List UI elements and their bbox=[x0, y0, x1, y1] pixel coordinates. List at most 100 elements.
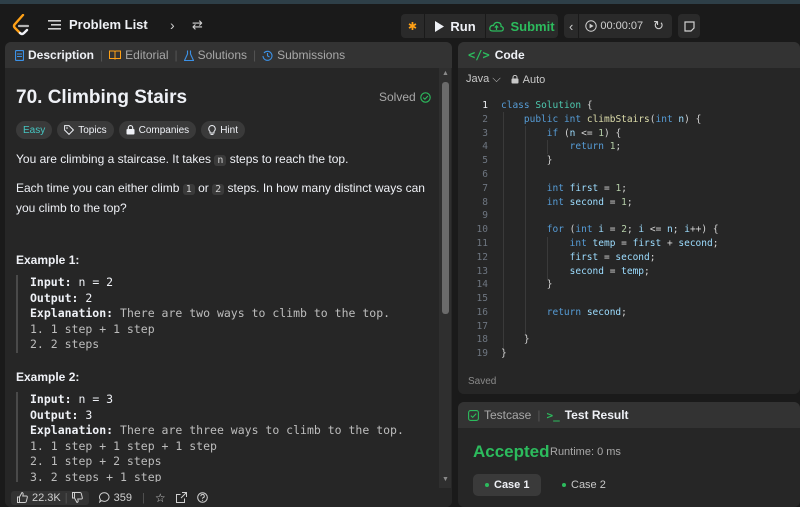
tag-icon bbox=[64, 125, 75, 135]
problem-list-button[interactable]: Problem List bbox=[48, 17, 148, 32]
code-panel: </> Code Java ⌵ Auto 1 2 3 4 5 6 7 8 9 1… bbox=[458, 42, 800, 394]
input-label: Input: bbox=[30, 392, 72, 406]
desc2-text-mid: or bbox=[194, 181, 213, 195]
solved-badge: Solved bbox=[379, 90, 431, 104]
description-paragraph-2: Each time you can either climb 1 or 2 st… bbox=[16, 179, 431, 217]
code-line: int temp = first + second; bbox=[569, 238, 719, 249]
line-number: 9 bbox=[482, 210, 488, 221]
footer-divider: | bbox=[141, 491, 145, 504]
timer-collapse-icon[interactable]: ‹ bbox=[564, 14, 580, 38]
solved-label: Solved bbox=[379, 90, 416, 104]
thumbs-up-icon bbox=[17, 492, 28, 503]
case-1-label: Case 1 bbox=[494, 479, 530, 491]
tab-divider: | bbox=[174, 48, 178, 62]
tab-editorial[interactable]: Editorial bbox=[109, 48, 169, 62]
tab-divider: | bbox=[100, 48, 104, 62]
description-icon bbox=[15, 49, 24, 61]
play-circle-icon[interactable] bbox=[585, 20, 598, 32]
input-label: Input: bbox=[30, 275, 72, 289]
submit-button[interactable]: Submit bbox=[486, 14, 558, 38]
history-icon bbox=[262, 50, 273, 61]
leetcode-logo-icon[interactable] bbox=[12, 14, 30, 36]
line-number: 16 bbox=[476, 307, 488, 318]
code-icon: </> bbox=[468, 48, 490, 62]
inline-code: 1 bbox=[182, 184, 195, 195]
code-panel-header: </> Code bbox=[458, 42, 800, 68]
example-1-heading: Example 1: bbox=[16, 253, 80, 267]
code-editor[interactable]: 1 2 3 4 5 6 7 8 9 10 11 12 13 14 15 16 1… bbox=[458, 98, 800, 368]
topics-tag[interactable]: Topics bbox=[57, 121, 114, 139]
companies-tag[interactable]: Companies bbox=[118, 121, 197, 139]
tab-submissions[interactable]: Submissions bbox=[262, 48, 345, 62]
case-2-tab[interactable]: Case 2 bbox=[550, 474, 618, 496]
thumbs-down-icon[interactable] bbox=[71, 492, 83, 503]
code-line: public int climbStairs(int n) { bbox=[523, 114, 702, 125]
language-select[interactable]: Java ⌵ bbox=[466, 73, 501, 86]
line-number: 15 bbox=[476, 293, 488, 304]
comment-icon[interactable] bbox=[98, 492, 110, 503]
inline-code: n bbox=[214, 155, 227, 166]
run-button[interactable]: Run bbox=[425, 14, 485, 38]
line-number: 14 bbox=[476, 279, 488, 290]
description-paragraph-1: You are climbing a staircase. It takes n… bbox=[16, 150, 431, 170]
code-line: second = temp; bbox=[569, 266, 650, 277]
line-number: 10 bbox=[476, 224, 488, 235]
timer[interactable]: ‹ 00:00:07 ↻ bbox=[564, 14, 672, 38]
chevron-left-icon[interactable]: ‹ bbox=[143, 17, 148, 33]
line-number: 5 bbox=[482, 155, 488, 166]
code-line: } bbox=[501, 348, 507, 359]
difficulty-badge: Easy bbox=[16, 121, 53, 139]
share-icon[interactable] bbox=[175, 492, 187, 503]
chevron-down-icon: ⌵ bbox=[492, 73, 501, 85]
like-button[interactable]: 22.3K | bbox=[11, 490, 89, 505]
explanation-value: There are three ways to climb to the top… bbox=[113, 423, 404, 437]
hint-tag[interactable]: Hint bbox=[201, 121, 245, 139]
book-icon bbox=[109, 50, 122, 60]
problem-content: 70. Climbing Stairs Solved Easy Topics C… bbox=[5, 68, 437, 482]
shuffle-icon[interactable]: ⇄ bbox=[192, 17, 203, 33]
star-icon[interactable]: ☆ bbox=[155, 491, 166, 505]
page-title: 70. Climbing Stairs bbox=[16, 87, 188, 108]
tab-solutions[interactable]: Solutions bbox=[183, 48, 247, 62]
example-line: 3. 2 steps + 1 step bbox=[30, 469, 162, 483]
case-1-tab[interactable]: Case 1 bbox=[473, 474, 542, 496]
result-panel: Testcase | >_ Test Result Accepted Runti… bbox=[458, 402, 800, 507]
pass-dot bbox=[562, 483, 566, 487]
code-line: class Solution { bbox=[501, 100, 593, 111]
code-line: for (int i = 2; i <= n; i++) { bbox=[546, 224, 719, 235]
line-number: 3 bbox=[482, 128, 488, 139]
checkbox-icon bbox=[468, 409, 479, 421]
scroll-up-icon[interactable]: ▲ bbox=[442, 70, 449, 77]
tab-testcase[interactable]: Testcase bbox=[468, 408, 531, 422]
debug-button[interactable]: ✱ bbox=[401, 14, 424, 38]
code-line: } bbox=[501, 155, 553, 166]
code-line: first = second; bbox=[569, 252, 656, 263]
left-tab-bar: Description | Editorial | Solutions | Su… bbox=[5, 42, 452, 68]
tab-test-result[interactable]: >_ Test Result bbox=[546, 408, 628, 422]
note-button[interactable] bbox=[678, 14, 700, 38]
auto-mode[interactable]: Auto bbox=[511, 74, 545, 86]
code-line: return second; bbox=[546, 307, 627, 318]
scroll-down-icon[interactable]: ▼ bbox=[442, 476, 449, 483]
language-label: Java bbox=[466, 73, 490, 85]
chevron-right-icon[interactable]: › bbox=[170, 17, 175, 33]
explanation-value: There are two ways to climb to the top. bbox=[113, 306, 391, 320]
run-label: Run bbox=[450, 18, 476, 34]
flask-icon bbox=[183, 50, 194, 61]
lightbulb-icon bbox=[208, 125, 216, 135]
reset-icon[interactable]: ↻ bbox=[653, 18, 664, 34]
code-line: return 1; bbox=[569, 141, 622, 152]
line-number: 13 bbox=[476, 266, 488, 277]
topics-label: Topics bbox=[78, 124, 107, 136]
tab-description[interactable]: Description bbox=[15, 48, 94, 62]
runtime-text: Runtime: 0 ms bbox=[550, 446, 621, 458]
terminal-icon: >_ bbox=[546, 408, 560, 422]
output-label: Output: bbox=[30, 407, 79, 422]
line-number: 6 bbox=[482, 169, 488, 180]
desc1-text-after: steps to reach the top. bbox=[226, 152, 349, 166]
help-icon[interactable] bbox=[196, 492, 208, 503]
explanation-label: Explanation: bbox=[30, 306, 114, 320]
hint-label: Hint bbox=[220, 124, 238, 136]
case-2-label: Case 2 bbox=[571, 479, 606, 491]
scrollbar-thumb[interactable] bbox=[442, 82, 449, 314]
